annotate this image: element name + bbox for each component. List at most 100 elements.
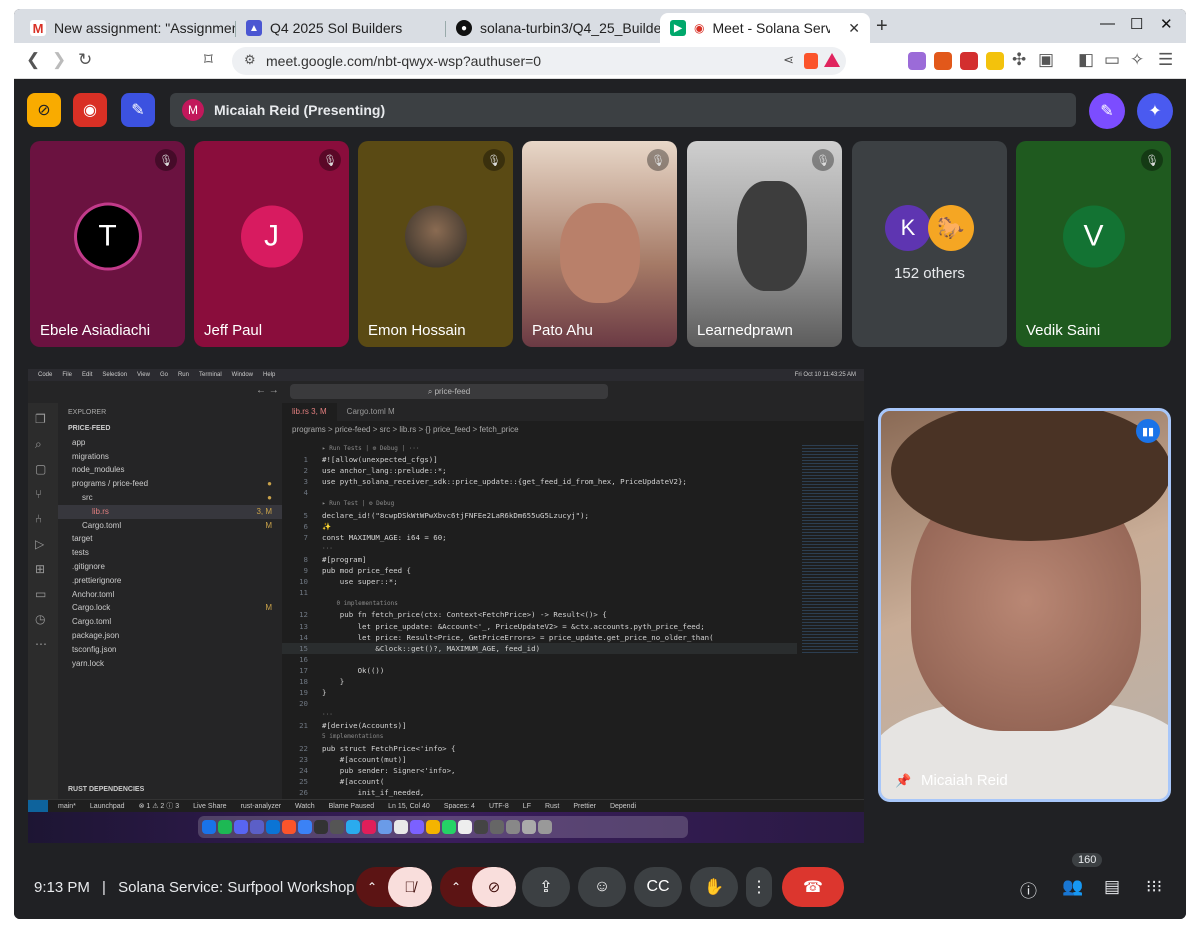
extension-icon[interactable] (908, 52, 926, 70)
others-tile[interactable]: K 🐎 152 others (852, 141, 1007, 347)
mic-control[interactable]: ⌃ 🎙̸ (356, 867, 432, 907)
participant-tile[interactable]: 🎙 T Ebele Asiadiachi (30, 141, 185, 347)
file-tree-item: node_modules (58, 463, 282, 477)
dock-app-icon (442, 820, 456, 834)
ai-notes-icon[interactable]: ✎ (1089, 93, 1125, 129)
tab-gmail[interactable]: M New assignment: "Assignmen (20, 13, 236, 43)
line-number: 8 (303, 554, 308, 564)
avatar-photo (404, 205, 467, 268)
clock: 9:13 PM (34, 879, 90, 896)
dock-app-icon (314, 820, 328, 834)
dock-app-icon (490, 820, 504, 834)
address-bar[interactable]: ⚙ meet.google.com/nbt-qwyx-wsp?authuser=… (232, 47, 846, 75)
new-tab-icon[interactable]: + (876, 15, 888, 38)
menu-item: File (62, 372, 73, 378)
extension-icon[interactable] (960, 52, 978, 70)
people-icon[interactable]: 👥 (1062, 877, 1083, 897)
site-info-icon[interactable]: ⚙ (244, 52, 256, 68)
pin-icon[interactable]: 📌 (895, 773, 911, 789)
recording-icon[interactable]: ◉ (73, 93, 107, 127)
menu-icon[interactable]: ☰ (1158, 50, 1173, 70)
bookmark-icon[interactable]: ⌑ (204, 50, 213, 70)
participant-tile[interactable]: 🎙 V Vedik Saini (1016, 141, 1171, 347)
breadcrumb: programs > price-feed > src > lib.rs > {… (292, 425, 519, 434)
code-text: ✨ (322, 521, 332, 531)
code-text: 5 implementations (322, 733, 384, 741)
forward-icon[interactable]: ❯ (52, 50, 66, 70)
avatar: J (240, 205, 303, 268)
chevron-up-icon[interactable]: ⌃ (356, 867, 388, 907)
tab-github[interactable]: ● solana-turbin3/Q4_25_Builde (446, 13, 660, 43)
dock-app-icon (458, 820, 472, 834)
leo-ai-icon[interactable]: ✧ (1130, 50, 1144, 70)
file-tree-item: tsconfig.json (58, 643, 282, 657)
minimap (802, 443, 858, 653)
raise-hand-button[interactable]: ✋ (690, 867, 738, 907)
box-icon: ▢ (35, 462, 47, 476)
tab-classroom[interactable]: ▲ Q4 2025 Sol Builders (236, 13, 446, 43)
command-search[interactable]: ⌕ price-feed (290, 384, 608, 399)
line-number: 10 (299, 577, 308, 587)
gemini-icon[interactable]: ✦ (1137, 93, 1173, 129)
dock-app-icon (474, 820, 488, 834)
participant-tile[interactable]: 🎙 Learnedprawn (687, 141, 842, 347)
extension-icon[interactable] (934, 52, 952, 70)
camera-off-icon[interactable]: ⊘ (472, 867, 516, 907)
close-window-icon[interactable]: ✕ (1160, 15, 1173, 33)
line-number: 4 (303, 488, 308, 498)
code-text: use anchor_lang::prelude::*; (322, 466, 447, 476)
code-line: 5 implementations (282, 731, 797, 742)
meeting-details-icon[interactable]: ⓘ (1020, 877, 1037, 902)
activity-bar: ❐ ⌕ ▢ ⑂ ⑃ ▷ ⊞ ▭ ◷ ⋯ (28, 403, 58, 799)
reload-icon[interactable]: ↻ (78, 50, 92, 70)
dock-app-icon (394, 820, 408, 834)
file-name: Anchor.toml (72, 589, 115, 599)
code-text: const MAXIMUM_AGE: i64 = 60; (322, 532, 447, 542)
code-editor: lib.rs 3, M Cargo.toml M programs > pric… (282, 403, 864, 808)
status-item: Live Share (193, 802, 227, 810)
code-line: 9 pub mod price_feed { (282, 565, 797, 576)
camera-off-notice-icon[interactable]: ⊘ (27, 93, 61, 127)
activity-icon[interactable]: ✎ (121, 93, 155, 127)
apps-grid-icon[interactable]: ⁝⁝⁝ (1146, 877, 1162, 897)
reactions-button[interactable]: ☺ (578, 867, 626, 907)
code-line: 26 init_if_needed, (282, 787, 797, 798)
explorer-title: EXPLORER (68, 409, 107, 416)
brave-rewards-icon[interactable] (824, 53, 840, 67)
minimize-icon[interactable]: — (1100, 15, 1115, 32)
file-badge: ● (267, 479, 272, 489)
close-tab-icon[interactable]: ✕ (848, 20, 860, 37)
captions-icon: CC (646, 878, 670, 895)
wallet-icon[interactable]: ▭ (1104, 50, 1120, 70)
code-line: 16 (282, 654, 797, 665)
participant-tile[interactable]: 🎙 Emon Hossain (358, 141, 513, 347)
chat-icon[interactable]: ▤ (1104, 877, 1120, 897)
camera-control[interactable]: ⌃ ⊘ (440, 867, 516, 907)
leave-call-button[interactable]: ☎ (782, 867, 844, 907)
tab-meet[interactable]: ▶ ◉ Meet - Solana Service: S ✕ (660, 13, 870, 43)
brave-shields-icon[interactable] (804, 53, 818, 69)
share-icon[interactable]: ⋖ (783, 52, 794, 68)
self-video-tile[interactable]: ▮▮ 📌 Micaiah Reid (878, 408, 1171, 802)
mic-off-icon[interactable]: 🎙̸ (388, 867, 432, 907)
file-tree-item: target (58, 532, 282, 546)
chevron-up-icon[interactable]: ⌃ (440, 867, 472, 907)
participant-tile[interactable]: 🎙 J Jeff Paul (194, 141, 349, 347)
code-text: &Clock::get()?, MAXIMUM_AGE, feed_id) (322, 643, 541, 653)
file-tree-item: .gitignore (58, 560, 282, 574)
sidebar-icon[interactable]: ◧ (1078, 50, 1094, 70)
back-icon[interactable]: ❮ (26, 50, 40, 70)
code-line: ▸ Run Test | ⚙ Debug (282, 498, 797, 509)
url-text: meet.google.com/nbt-qwyx-wsp?authuser=0 (266, 53, 542, 69)
present-button[interactable]: ⇪ (522, 867, 570, 907)
tab-label: solana-turbin3/Q4_25_Builde (480, 20, 660, 36)
more-options-button[interactable]: ⋮ (746, 867, 772, 907)
captions-button[interactable]: CC (634, 867, 682, 907)
screenshot-icon[interactable]: ▣ (1038, 50, 1054, 70)
meeting-controls: 9:13 PM | Solana Service: Surfpool Works… (14, 853, 1186, 919)
participant-tile[interactable]: 🎙 Pato Ahu (522, 141, 677, 347)
maximize-icon[interactable]: ☐ (1130, 15, 1143, 33)
extensions-puzzle-icon[interactable]: ✣ (1012, 50, 1026, 70)
extension-icon[interactable] (986, 52, 1004, 70)
file-name: tsconfig.json (72, 644, 117, 654)
